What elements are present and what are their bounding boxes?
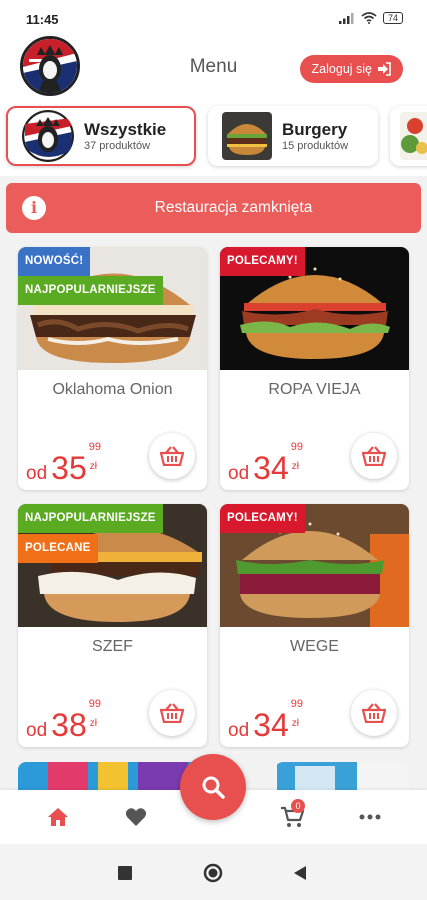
info-icon: i	[22, 196, 46, 220]
category-tabs: Wszystkie 37 produktów Burgery 15 produk…	[0, 98, 427, 176]
price-main: 34	[253, 450, 289, 486]
badge-recommended: POLECAMY!	[220, 504, 305, 533]
login-arrow-icon	[378, 62, 391, 76]
nav-home[interactable]	[43, 804, 73, 830]
price-currency: zł	[89, 461, 97, 472]
product-price: od 34 99 zł	[228, 698, 311, 743]
cart-count-badge: 0	[291, 799, 305, 813]
add-to-cart-button[interactable]	[351, 690, 397, 736]
category-tab-all[interactable]: Wszystkie 37 produktów	[6, 106, 196, 166]
category-name: Burgery	[282, 119, 348, 139]
product-name: WEGE	[290, 638, 339, 655]
nav-favorites[interactable]	[121, 804, 151, 830]
product-card[interactable]: NAJPOPULARNIEJSZE POLECANE SZEF od 38 99…	[18, 504, 207, 747]
restaurant-closed-banner: i Restauracja zamknięta	[6, 183, 421, 233]
system-navigation-bar	[0, 844, 427, 900]
price-main: 38	[51, 707, 87, 743]
price-prefix: od	[26, 720, 48, 741]
add-to-cart-button[interactable]	[351, 433, 397, 479]
category-name: Wszystkie	[84, 119, 167, 139]
price-cents: 99	[290, 698, 303, 710]
closed-banner-text: Restauracja zamknięta	[154, 199, 313, 216]
login-button[interactable]: Zaloguj się	[299, 55, 403, 83]
price-prefix: od	[228, 463, 250, 484]
product-name: SZEF	[92, 638, 133, 655]
nav-more[interactable]	[355, 804, 385, 830]
home-icon	[48, 808, 68, 826]
badge-most-popular: NAJPOPULARNIEJSZE	[18, 504, 163, 533]
price-cents: 99	[88, 698, 101, 710]
badge-featured: POLECANE	[18, 534, 98, 563]
category-count: 37 produktów	[84, 139, 151, 152]
app-header: Menu Zaloguj się	[0, 36, 427, 98]
add-to-cart-button[interactable]	[149, 690, 195, 736]
product-card[interactable]: POLECAMY! WEGE od 34 99 zł	[220, 504, 409, 747]
more-icon	[359, 814, 381, 820]
basket-icon	[160, 703, 184, 723]
status-time: 11:45	[26, 12, 59, 27]
product-card[interactable]: POLECAMY! ROPA VIEJA od 34 99 zł	[220, 247, 409, 490]
home-button-icon[interactable]	[203, 863, 223, 883]
category-thumbnail	[222, 112, 272, 160]
price-cents: 99	[88, 441, 101, 453]
nav-cart[interactable]: 0	[277, 799, 307, 830]
product-card-partial[interactable]	[18, 762, 207, 792]
back-icon[interactable]	[293, 865, 307, 881]
price-currency: zł	[291, 461, 299, 472]
wifi-icon	[361, 12, 377, 24]
heart-icon	[125, 808, 147, 826]
price-prefix: od	[26, 463, 48, 484]
badge-recommended: POLECAMY!	[220, 247, 305, 276]
product-card[interactable]: NOWOŚĆ! NAJPOPULARNIEJSZE Oklahoma Onion…	[18, 247, 207, 490]
product-price: od 35 99 zł	[26, 441, 109, 486]
badge-most-popular: NAJPOPULARNIEJSZE	[18, 276, 163, 305]
category-tab-partial[interactable]	[390, 106, 427, 166]
add-to-cart-button[interactable]	[149, 433, 195, 479]
category-tab-burgers[interactable]: Burgery 15 produktów	[208, 106, 378, 166]
price-currency: zł	[89, 718, 97, 729]
status-icons: 74	[338, 12, 403, 24]
product-name: ROPA VIEJA	[268, 381, 361, 398]
basket-icon	[362, 446, 386, 466]
product-name: Oklahoma Onion	[52, 381, 173, 398]
status-bar: 11:45 74	[0, 0, 427, 36]
price-currency: zł	[291, 718, 299, 729]
product-card-partial[interactable]	[275, 762, 409, 792]
category-thumbnail	[400, 112, 427, 160]
product-price: od 38 99 zł	[26, 698, 109, 743]
price-prefix: od	[228, 720, 250, 741]
login-label: Zaloguj się	[311, 62, 372, 76]
basket-icon	[362, 703, 386, 723]
product-price: od 34 99 zł	[228, 441, 311, 486]
price-main: 34	[253, 707, 289, 743]
basket-icon	[160, 446, 184, 466]
search-icon	[202, 776, 225, 799]
price-cents: 99	[290, 441, 303, 453]
search-button[interactable]	[180, 754, 246, 820]
badge-new: NOWOŚĆ!	[18, 247, 91, 276]
category-thumbnail	[22, 110, 74, 162]
category-count: 15 produktów	[282, 139, 349, 152]
signal-icon	[338, 13, 354, 24]
price-main: 35	[51, 450, 87, 486]
recent-apps-icon[interactable]	[118, 866, 132, 880]
battery-icon: 74	[382, 12, 403, 24]
app-screen: 11:45 74 Menu Zaloguj się Wszystkie 37 p…	[0, 0, 427, 900]
